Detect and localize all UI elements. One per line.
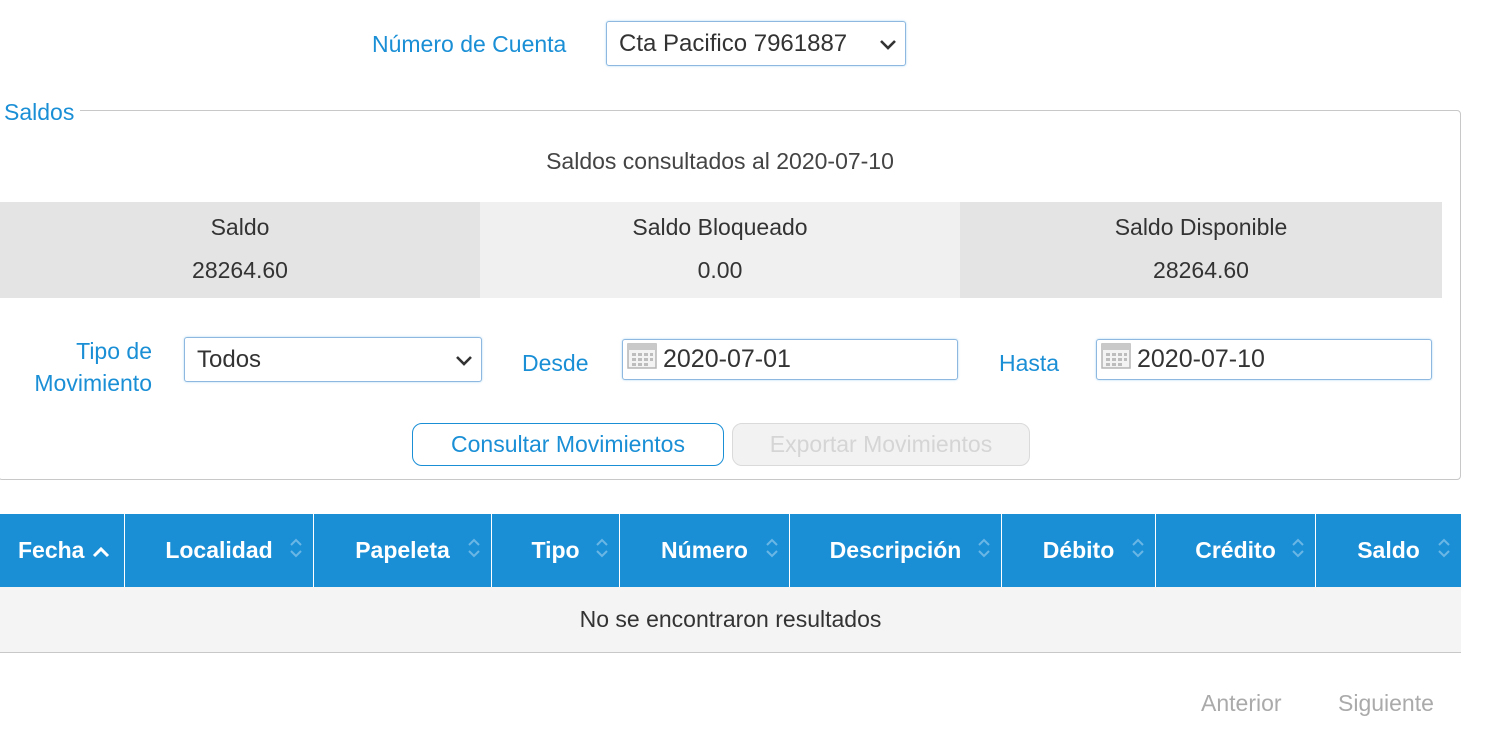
column-header-label: Fecha bbox=[18, 537, 85, 563]
movements-table-header: Fecha Localidad Papeleta Tipo Número Des… bbox=[0, 514, 1461, 587]
sort-icon bbox=[595, 536, 609, 566]
sort-icon bbox=[289, 536, 303, 566]
column-header-descripcion[interactable]: Descripción bbox=[790, 514, 1002, 587]
balance-card-disponible: Saldo Disponible 28264.60 bbox=[960, 202, 1442, 298]
pagination-next-link[interactable]: Siguiente bbox=[1338, 690, 1434, 717]
sort-icon bbox=[467, 536, 481, 566]
export-movements-button[interactable]: Exportar Movimientos bbox=[732, 423, 1030, 466]
column-header-label: Papeleta bbox=[355, 537, 450, 563]
sort-ascending-icon bbox=[92, 537, 110, 564]
column-header-fecha[interactable]: Fecha bbox=[0, 514, 125, 587]
column-header-debito[interactable]: Débito bbox=[1002, 514, 1156, 587]
account-select-value: Cta Pacifico 7961887 bbox=[619, 29, 848, 57]
balance-label: Saldo Disponible bbox=[1114, 214, 1288, 240]
sort-icon bbox=[977, 536, 991, 566]
column-header-label: Número bbox=[661, 537, 748, 563]
column-header-papeleta[interactable]: Papeleta bbox=[314, 514, 492, 587]
consult-movements-button[interactable]: Consultar Movimientos bbox=[412, 423, 724, 466]
balances-legend: Saldos bbox=[0, 99, 81, 126]
sort-icon bbox=[1437, 536, 1451, 566]
movement-type-label: Tipo de Movimiento bbox=[34, 338, 152, 396]
calendar-icon[interactable] bbox=[1101, 343, 1131, 376]
chevron-down-icon bbox=[455, 346, 473, 374]
account-number-label: Número de Cuenta bbox=[372, 31, 567, 57]
balance-card-bloqueado: Saldo Bloqueado 0.00 bbox=[480, 202, 960, 298]
balance-card-saldo: Saldo 28264.60 bbox=[0, 202, 480, 298]
column-header-label: Localidad bbox=[165, 537, 273, 563]
column-header-label: Tipo bbox=[531, 537, 580, 563]
balance-value: 28264.60 bbox=[1153, 257, 1249, 283]
column-header-localidad[interactable]: Localidad bbox=[125, 514, 314, 587]
column-header-tipo[interactable]: Tipo bbox=[492, 514, 620, 587]
balance-label: Saldo bbox=[210, 214, 270, 240]
column-header-label: Crédito bbox=[1195, 537, 1276, 563]
sort-icon bbox=[1291, 536, 1305, 566]
column-header-numero[interactable]: Número bbox=[620, 514, 790, 587]
sort-icon bbox=[765, 536, 779, 566]
table-empty-message: No se encontraron resultados bbox=[0, 587, 1461, 653]
account-select[interactable]: Cta Pacifico 7961887 bbox=[606, 21, 906, 66]
column-header-saldo[interactable]: Saldo bbox=[1316, 514, 1461, 587]
balances-consulted-date: Saldos consultados al 2020-07-10 bbox=[546, 148, 894, 174]
date-to-input[interactable]: 2020-07-10 bbox=[1096, 339, 1432, 380]
balance-value: 0.00 bbox=[697, 257, 743, 283]
movement-type-select[interactable]: Todos bbox=[184, 337, 482, 382]
balance-label: Saldo Bloqueado bbox=[632, 214, 808, 240]
date-to-value: 2020-07-10 bbox=[1137, 345, 1265, 373]
balance-value: 28264.60 bbox=[192, 257, 288, 283]
chevron-down-icon bbox=[879, 30, 897, 58]
date-from-label: Desde bbox=[522, 350, 589, 376]
movement-type-value: Todos bbox=[197, 345, 262, 373]
pagination-previous-link[interactable]: Anterior bbox=[1201, 690, 1282, 717]
column-header-credito[interactable]: Crédito bbox=[1156, 514, 1316, 587]
column-header-label: Débito bbox=[1042, 537, 1115, 563]
date-from-input[interactable]: 2020-07-01 bbox=[622, 339, 958, 380]
column-header-label: Saldo bbox=[1357, 537, 1420, 563]
date-to-label: Hasta bbox=[999, 350, 1060, 376]
calendar-icon[interactable] bbox=[627, 343, 657, 376]
column-header-label: Descripción bbox=[829, 537, 962, 563]
date-from-value: 2020-07-01 bbox=[663, 345, 791, 373]
sort-icon bbox=[1131, 536, 1145, 566]
